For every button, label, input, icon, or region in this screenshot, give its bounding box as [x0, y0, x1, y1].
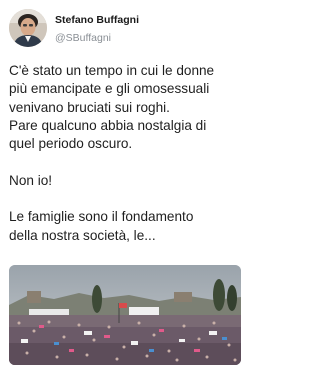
tweet-line: Non io!	[9, 172, 53, 188]
author-name[interactable]: Stefano Buffagni	[55, 14, 139, 26]
tweet-line: Pare qualcuno abbia nostalgia di	[9, 117, 207, 133]
tweet-photo[interactable]	[9, 265, 241, 365]
crowd-photo	[9, 265, 241, 365]
tweet-line: venivano bruciati sui roghi.	[9, 99, 170, 115]
tweet-line: della nostra società, le...	[9, 227, 156, 243]
tweet-line: C'è stato un tempo in cui le donne	[9, 63, 215, 78]
tweet-text: C'è stato un tempo in cui le donne più e…	[9, 62, 245, 245]
author-handle[interactable]: @SBuffagni	[55, 32, 111, 44]
author-avatar[interactable]	[9, 9, 47, 47]
tweet-line: più emancipate e gli omosessuali	[9, 81, 210, 97]
tweet-line: Le famiglie sono il fondamento	[9, 209, 194, 225]
tweet-line: quel periodo oscuro.	[9, 136, 133, 152]
avatar-photo	[9, 9, 47, 47]
